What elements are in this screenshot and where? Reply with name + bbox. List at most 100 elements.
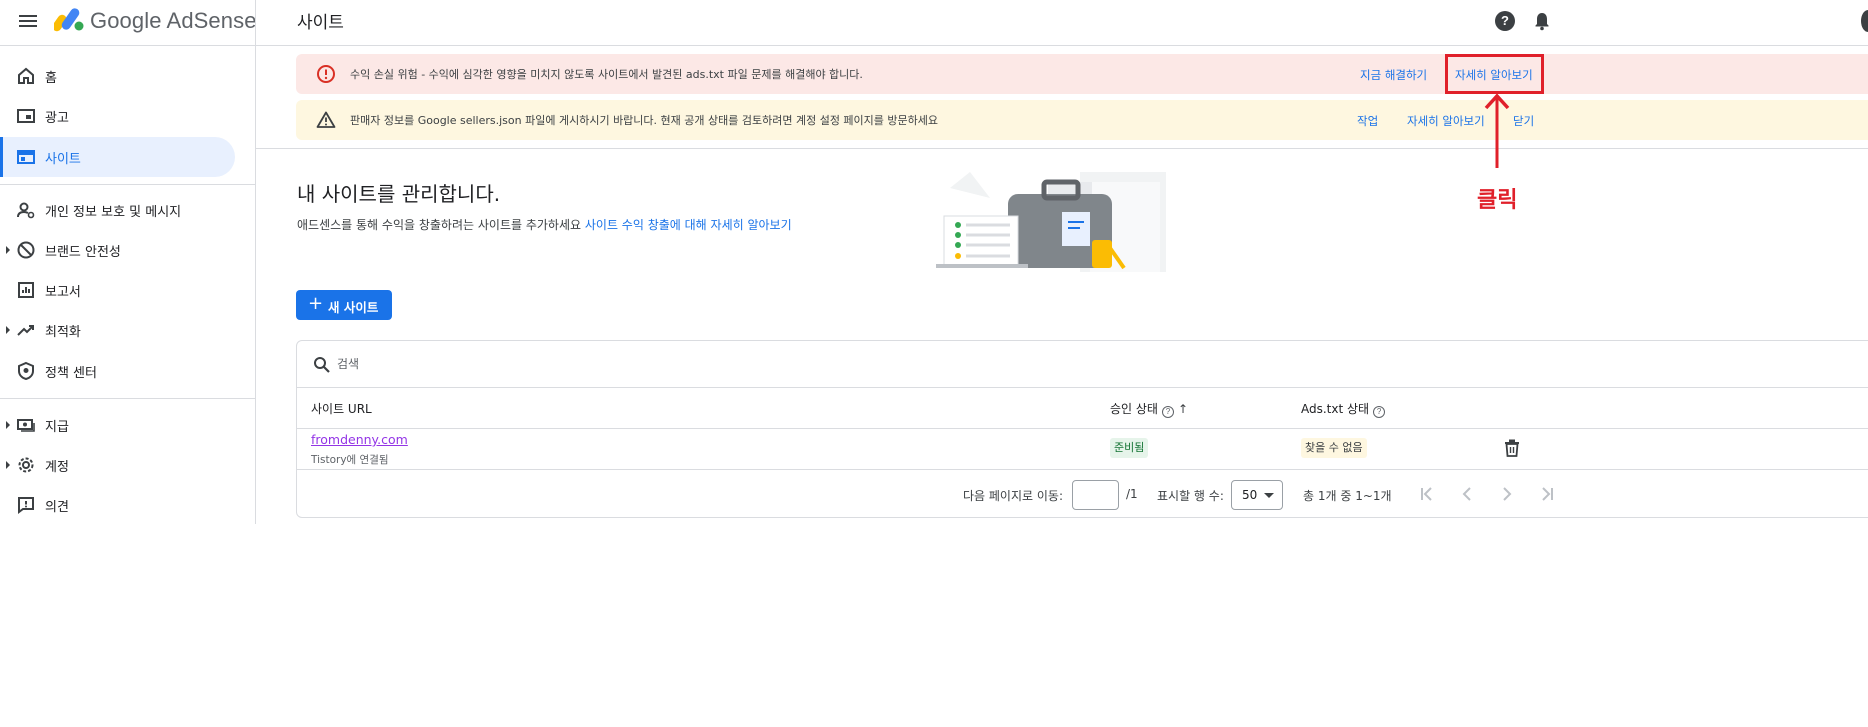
topbar-divider [255,0,256,46]
sidebar-item-ads[interactable]: 광고 [0,96,235,136]
sites-table-card: 사이트 URL 승인 상태? ↑ Ads.txt 상태? fromdenny.co… [296,340,1868,518]
previous-page-icon[interactable] [1457,484,1477,504]
column-header-approval-label: 승인 상태 [1110,402,1158,416]
sites-illustration [936,172,1166,272]
table-divider [297,428,1868,429]
search-icon [314,357,330,373]
column-header-ads-txt-label: Ads.txt 상태 [1301,402,1370,416]
reports-icon [18,282,34,298]
hamburger-menu-icon[interactable] [18,12,38,28]
sidebar-item-label: 최적화 [45,325,81,340]
brand-name: Google AdSense [90,8,257,33]
sidebar-item-label: 사이트 [45,152,81,167]
sidebar-item-account[interactable]: 계정 [0,445,235,485]
sidebar-item-optimization[interactable]: 최적화 [0,310,235,350]
sidebar-divider [0,398,256,399]
fix-now-link[interactable]: 지금 해결하기 [1360,67,1427,83]
sidebar-item-label: 홈 [45,71,57,86]
help-icon[interactable]: ? [1495,11,1515,31]
page-range-text: 총 1개 중 1~1개 [1303,489,1392,503]
sidebar-item-label: 계정 [45,460,69,475]
adsense-logo [54,8,84,32]
sidebar-item-privacy[interactable]: 개인 정보 보호 및 메시지 [0,190,235,230]
rows-per-page-value: 50 [1242,488,1258,502]
sites-icon [17,150,35,164]
account-avatar[interactable] [1861,10,1868,32]
sidebar-item-sites[interactable]: 사이트 [0,137,235,177]
monetization-learn-more-link[interactable]: 사이트 수익 창출에 대해 자세히 알아보기 [585,218,792,232]
error-learn-more-link[interactable]: 자세히 알아보기 [1455,67,1533,83]
banner-message: 판매자 정보를 Google sellers.json 파일에 게시하시기 바랍… [350,114,939,127]
sidebar-item-policy-center[interactable]: 정책 센터 [0,351,235,391]
banner-message: 수익 손실 위험 - 수익에 심각한 영향을 미치지 않도록 사이트에서 발견된… [350,68,863,81]
goto-page-label: 다음 페이지로 이동: [963,489,1063,503]
help-icon[interactable]: ? [1373,406,1386,418]
expand-caret-icon[interactable] [6,246,10,254]
hero-description-text: 애드센스를 통해 수익을 창출하려는 사이트를 추가하세요 [297,218,582,232]
sellers-json-warning-banner: 판매자 정보를 Google sellers.json 파일에 게시하시기 바랍… [296,100,1868,140]
page-title: 사이트 [297,13,344,33]
sidebar-item-label: 보고서 [45,285,81,300]
gear-icon [18,457,34,473]
help-icon[interactable]: ? [1161,406,1174,418]
sidebar-item-label: 지급 [45,420,69,435]
hero-title: 내 사이트를 관리합니다. [297,182,501,206]
warning-learn-more-link[interactable]: 자세히 알아보기 [1407,113,1485,129]
ads-icon [17,109,35,123]
new-site-button[interactable]: + 새 사이트 [296,290,392,320]
first-page-icon[interactable] [1417,484,1437,504]
sidebar-item-label: 의견 [45,500,69,515]
table-divider [297,469,1868,470]
sidebar-item-label: 브랜드 안전성 [45,245,121,260]
sidebar-item-brand-safety[interactable]: 브랜드 안전성 [0,230,235,270]
home-icon [18,67,34,84]
expand-caret-icon[interactable] [6,461,10,469]
sidebar-item-home[interactable]: 홈 [0,56,235,96]
sidebar-item-payments[interactable]: 지급 [0,405,235,445]
banner-divider [256,148,1868,149]
payments-icon [17,419,35,432]
shield-icon [18,361,34,381]
hero-description: 애드센스를 통해 수익을 창출하려는 사이트를 추가하세요 사이트 수익 창출에… [297,216,792,233]
feedback-icon [18,497,34,514]
notifications-bell-icon[interactable] [1532,11,1552,31]
dropdown-arrow-icon [1264,493,1274,498]
top-app-bar: Google AdSense 사이트 ? [0,0,1868,46]
close-link[interactable]: 닫기 [1513,113,1534,129]
sidebar-nav: 홈 광고 사이트 개인 정보 보호 및 메시지 브랜드 안전성 보고서 최적화 … [0,46,256,524]
new-site-button-label: 새 사이트 [328,300,379,315]
expand-caret-icon[interactable] [6,421,10,429]
privacy-icon [17,202,35,219]
delete-trash-icon[interactable] [1504,439,1520,457]
ads-txt-status-badge: 찾을 수 없음 [1301,438,1367,458]
table-divider [297,387,1868,388]
column-header-site-url: 사이트 URL [311,402,372,416]
error-icon [317,65,335,83]
block-icon [17,241,35,259]
sidebar-item-label: 개인 정보 보호 및 메시지 [45,205,182,220]
page-total: /1 [1126,487,1138,501]
trending-icon [17,325,34,336]
sidebar-item-feedback[interactable]: 의견 [0,485,235,525]
rows-per-page-label: 표시할 행 수: [1157,489,1224,503]
column-header-approval[interactable]: 승인 상태? ↑ [1110,400,1188,418]
site-url-link[interactable]: fromdenny.com [311,432,408,447]
warning-icon [316,111,336,128]
rows-per-page-select[interactable]: 50 [1231,480,1283,510]
search-input[interactable] [337,353,937,375]
last-page-icon[interactable] [1537,484,1557,504]
action-link[interactable]: 작업 [1357,113,1378,129]
approval-status-badge: 준비됨 [1110,438,1149,458]
sidebar-item-label: 광고 [45,111,69,126]
site-connection-note: Tistory에 연결됨 [311,454,389,466]
expand-caret-icon[interactable] [6,326,10,334]
sidebar-divider [0,184,256,185]
goto-page-input[interactable] [1072,480,1119,510]
sidebar-item-reports[interactable]: 보고서 [0,270,235,310]
sort-ascending-icon[interactable]: ↑ [1178,402,1188,416]
ads-txt-error-banner: 수익 손실 위험 - 수익에 심각한 영향을 미치지 않도록 사이트에서 발견된… [296,54,1868,94]
up-arrow-icon [1484,93,1510,168]
next-page-icon[interactable] [1497,484,1517,504]
plus-icon: + [308,293,324,314]
column-header-ads-txt: Ads.txt 상태? [1301,400,1386,418]
